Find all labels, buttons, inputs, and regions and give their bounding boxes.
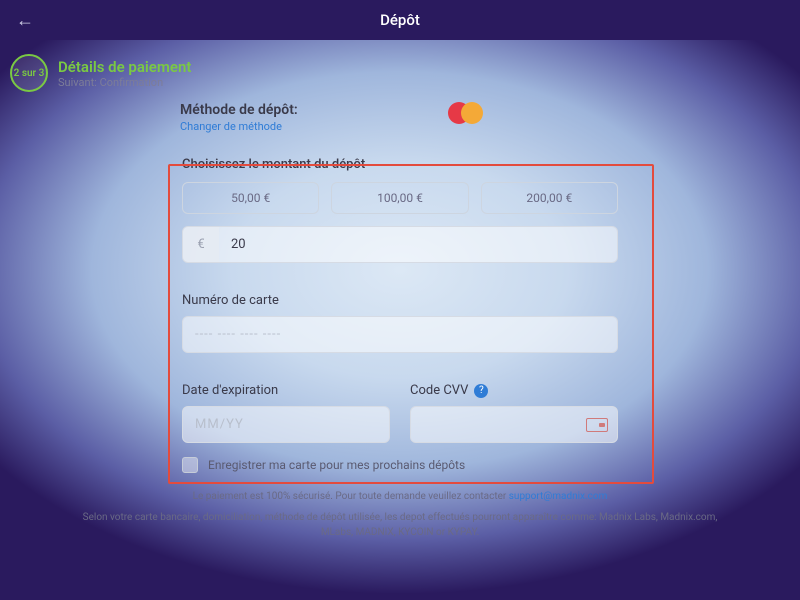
deposit-form: Choisissez le montant du dépôt 50,00 € 1… [182,141,618,443]
amount-option-50[interactable]: 50,00 € [182,182,319,214]
card-number-input[interactable] [182,316,618,353]
save-card-label: Enregistrer ma carte pour mes prochains … [208,458,465,472]
disclaimer-text: Selon votre carte bancaire, domiciliatio… [80,510,720,540]
help-icon[interactable]: ? [474,384,488,398]
mastercard-icon [448,102,483,124]
step-indicator: 2 sur 3 Détails de paiement Suivant: Con… [0,40,800,96]
topbar: ← Dépôt [0,0,800,40]
amount-option-100[interactable]: 100,00 € [331,182,468,214]
deposit-method-label: Méthode de dépôt: [180,102,298,118]
secure-text: Le paiement est 100% sécurisé. Pour tout… [193,491,509,502]
change-method-link[interactable]: Changer de méthode [180,120,298,133]
expiry-input[interactable] [182,406,390,443]
card-back-icon [586,418,608,432]
currency-symbol: € [183,227,219,262]
amount-input[interactable] [219,227,617,262]
amount-section-title: Choisissez le montant du dépôt [182,157,618,172]
deposit-method-row: Méthode de dépôt: Changer de méthode [0,96,800,141]
amount-option-200[interactable]: 200,00 € [481,182,618,214]
page-title: Dépôt [380,11,420,29]
footer: Le paiement est 100% sécurisé. Pour tout… [0,489,800,540]
save-card-checkbox[interactable] [182,457,198,473]
cvv-label: Code CVV [410,383,468,398]
step-title: Détails de paiement [58,58,191,76]
step-badge: 2 sur 3 [10,54,48,92]
support-email-link[interactable]: support@madnix.com [509,491,608,502]
expiry-label: Date d'expiration [182,383,390,398]
back-arrow-icon[interactable]: ← [16,10,34,31]
card-number-label: Numéro de carte [182,293,618,308]
step-subtitle: Suivant: Confirmation [58,76,191,89]
